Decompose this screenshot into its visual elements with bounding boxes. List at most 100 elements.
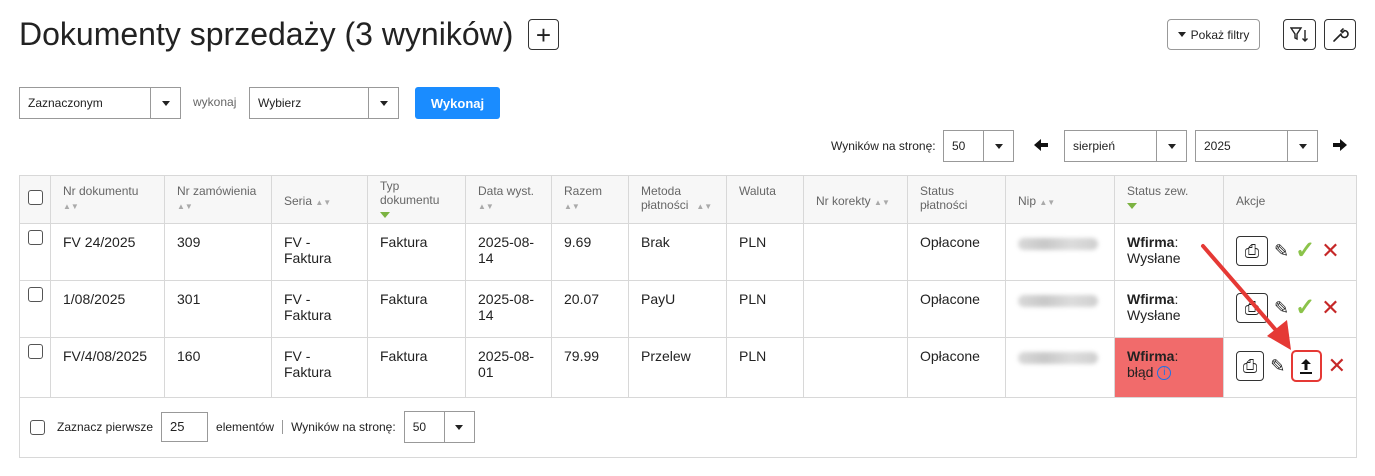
pencil-icon[interactable]: ✎ xyxy=(1274,241,1289,261)
col-order-label: Nr zamówienia xyxy=(177,184,257,198)
cell-type: Faktura xyxy=(367,223,466,281)
col-header[interactable]: Status płatności xyxy=(907,175,1006,224)
settings-button[interactable] xyxy=(1324,19,1356,50)
check-icon[interactable]: ✓ xyxy=(1295,296,1315,320)
filter-sort-button[interactable] xyxy=(1283,19,1316,50)
per-page-select[interactable]: 50 xyxy=(943,130,1014,162)
bulk-scope-select[interactable]: Zaznaczonym xyxy=(19,87,181,119)
year-select[interactable]: 2025 xyxy=(1195,130,1318,162)
col-header[interactable]: Nr korekty ▲▼ xyxy=(803,175,908,224)
cell-date: 2025-08-14 xyxy=(465,280,552,338)
cell-doc[interactable]: 1/08/2025 xyxy=(50,280,165,338)
col-type-label: Typ dokumentu xyxy=(380,179,440,207)
month-select[interactable]: sierpień xyxy=(1064,130,1187,162)
col-header[interactable]: Data wyst. ▲▼ xyxy=(465,175,552,224)
nip-redacted xyxy=(1018,295,1098,307)
col-nip-label: Nip xyxy=(1018,194,1037,208)
sort-active-icon xyxy=(1127,203,1137,209)
col-header[interactable]: Razem ▲▼ xyxy=(551,175,629,224)
cell-doc[interactable]: FV 24/2025 xyxy=(50,223,165,281)
row-checkbox[interactable] xyxy=(28,344,43,359)
col-header[interactable]: Status zew. xyxy=(1114,175,1224,224)
footer-per-page-select[interactable]: 50 xyxy=(403,411,475,443)
cell-actions: ⎙ ✎ ✕ xyxy=(1223,337,1357,398)
upload-icon xyxy=(1300,359,1313,374)
table-row: 1/08/2025 301 FV - Faktura Faktura 2025-… xyxy=(19,280,1357,338)
cell-total: 9.69 xyxy=(551,223,629,281)
check-icon[interactable]: ✓ xyxy=(1295,239,1315,263)
ext-label: Wfirma xyxy=(1127,234,1175,250)
prev-month-button[interactable] xyxy=(1032,136,1050,159)
col-header[interactable]: Metoda płatności ▲▼ xyxy=(628,175,727,224)
col-correction-label: Nr korekty xyxy=(816,194,871,208)
print-button[interactable]: ⎙ xyxy=(1236,293,1268,323)
col-extstatus-label: Status zew. xyxy=(1127,184,1189,198)
sort-active-icon xyxy=(380,212,390,218)
caret-down-icon xyxy=(1177,32,1186,37)
cell-correction xyxy=(803,337,908,398)
col-header[interactable]: Nip ▲▼ xyxy=(1005,175,1115,224)
select-all-checkbox[interactable] xyxy=(28,190,43,205)
cell-pay-status: Opłacone xyxy=(907,280,1006,338)
page-title: Dokumenty sprzedaży (3 wyników) xyxy=(19,16,514,52)
cell-total: 79.99 xyxy=(551,337,629,398)
chevron-down-icon xyxy=(150,88,180,118)
chevron-down-icon xyxy=(1287,131,1317,161)
col-doc-label: Nr dokumentu xyxy=(63,184,139,198)
bulk-action-select[interactable]: Wybierz xyxy=(249,87,399,119)
footer-per-page-label: Wyników na stronę: xyxy=(291,420,396,434)
close-icon[interactable]: ✕ xyxy=(1321,240,1339,262)
info-icon[interactable]: i xyxy=(1157,366,1172,381)
row-checkbox[interactable] xyxy=(28,287,43,302)
add-document-button[interactable]: + xyxy=(528,19,559,50)
pencil-icon[interactable]: ✎ xyxy=(1274,298,1289,318)
col-total-label: Razem xyxy=(564,184,603,198)
sort-icon: ▲▼ xyxy=(63,202,79,211)
cell-actions: ⎙ ✎ ✓ ✕ xyxy=(1223,280,1357,338)
select-first-label: Zaznacz pierwsze xyxy=(57,420,154,434)
col-header: Akcje xyxy=(1223,175,1357,224)
cell-nip xyxy=(1005,223,1115,281)
select-first-value: 25 xyxy=(170,419,185,434)
select-first-input[interactable]: 25 xyxy=(161,412,209,442)
col-header[interactable]: Seria ▲▼ xyxy=(271,175,368,224)
ext-label: Wfirma xyxy=(1127,348,1175,364)
print-button[interactable]: ⎙ xyxy=(1236,236,1268,266)
nip-redacted xyxy=(1018,238,1098,250)
close-icon[interactable]: ✕ xyxy=(1328,355,1346,377)
cell-correction xyxy=(803,280,908,338)
per-page-label: Wyników na stronę: xyxy=(831,139,936,153)
print-button[interactable]: ⎙ xyxy=(1236,351,1265,381)
cell-type: Faktura xyxy=(367,337,466,398)
chevron-down-icon xyxy=(1156,131,1186,161)
filter-sort-icon xyxy=(1289,26,1308,42)
divider xyxy=(282,420,284,434)
select-first-checkbox[interactable] xyxy=(30,419,45,435)
col-header[interactable]: Nr dokumentu ▲▼ xyxy=(50,175,165,224)
col-header[interactable]: Typ dokumentu xyxy=(367,175,466,224)
col-header[interactable]: Waluta xyxy=(726,175,804,224)
upload-button[interactable] xyxy=(1291,350,1322,382)
cell-doc[interactable]: FV/4/08/2025 xyxy=(50,337,165,398)
wrench-icon xyxy=(1333,27,1349,42)
sort-icon: ▲▼ xyxy=(315,198,332,207)
next-month-button[interactable] xyxy=(1331,136,1349,159)
pencil-icon[interactable]: ✎ xyxy=(1270,356,1285,376)
elements-label: elementów xyxy=(216,420,275,434)
sort-icon: ▲▼ xyxy=(478,202,494,211)
plus-icon: + xyxy=(535,19,552,50)
close-icon[interactable]: ✕ xyxy=(1321,297,1339,319)
ext-label: Wfirma xyxy=(1127,291,1175,307)
show-filters-label: Pokaż filtry xyxy=(1190,27,1250,42)
show-filters-button[interactable]: Pokaż filtry xyxy=(1167,19,1260,50)
row-checkbox[interactable] xyxy=(28,230,43,245)
printer-icon: ⎙ xyxy=(1242,356,1258,376)
sort-icon: ▲▼ xyxy=(1039,198,1056,207)
table-row: FV/4/08/2025 160 FV - Faktura Faktura 20… xyxy=(19,337,1357,398)
col-actions-label: Akcje xyxy=(1236,194,1266,208)
col-currency-label: Waluta xyxy=(739,184,776,198)
per-page-value: 50 xyxy=(952,139,966,153)
cell-method: Przelew xyxy=(628,337,727,398)
col-header[interactable]: Nr zamówienia ▲▼ xyxy=(164,175,272,224)
execute-button[interactable]: Wykonaj xyxy=(415,87,500,119)
